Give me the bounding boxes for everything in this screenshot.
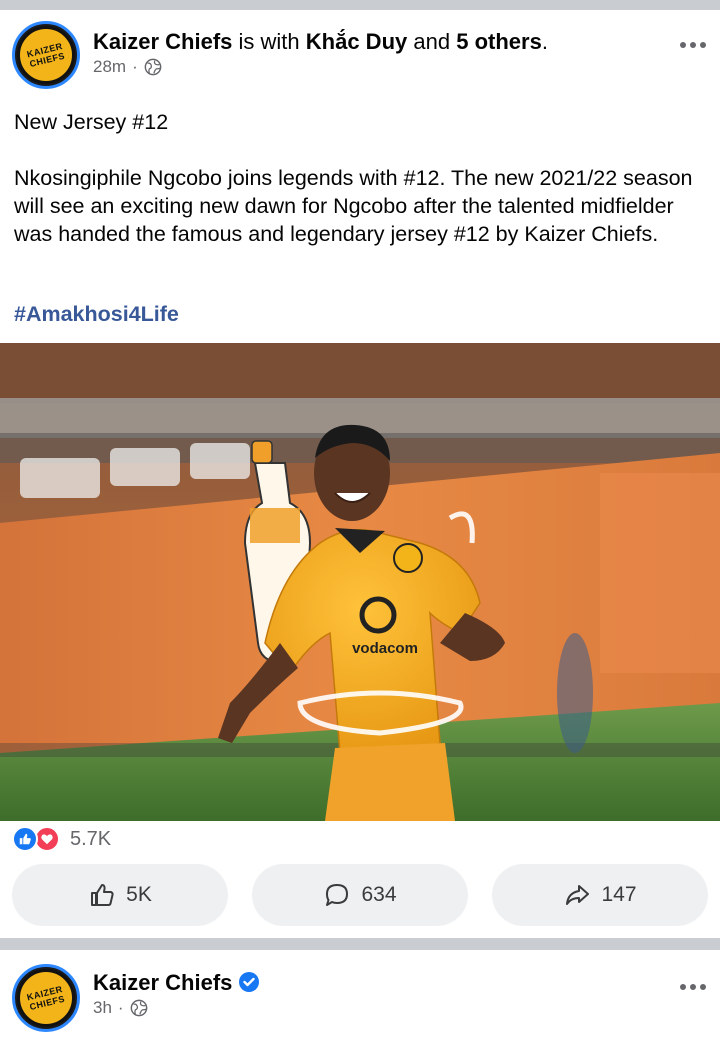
share-count: 147: [601, 883, 637, 906]
author-link-2[interactable]: Kaizer Chiefs: [93, 970, 232, 995]
post2-meta: 3h ·: [93, 998, 148, 1018]
like-icon: [91, 884, 114, 906]
jersey-sponsor-text: vodacom: [352, 640, 418, 657]
page-avatar[interactable]: KAIZER CHIEFS: [12, 21, 80, 89]
more-icon-dot: [700, 42, 706, 48]
avatar-crest-text: KAIZER CHIEFS: [25, 40, 66, 70]
feed-divider: [0, 938, 720, 950]
post-photo[interactable]: vodacom: [0, 343, 720, 821]
meta-separator-2: ·: [117, 998, 124, 1017]
more-icon: [680, 42, 686, 48]
tagged-user-link[interactable]: Khắc Duy: [306, 29, 407, 54]
more-options-button[interactable]: [680, 42, 706, 48]
post-meta: 28m ·: [93, 57, 162, 77]
hashtag-link[interactable]: #Amakhosi4Life: [14, 302, 179, 327]
others-link[interactable]: 5 others: [456, 29, 542, 54]
like-button[interactable]: 5K: [12, 864, 228, 926]
and-text: and: [413, 29, 451, 54]
kaizer-chiefs-logo-2: KAIZER CHIEFS: [17, 969, 75, 1027]
comment-button[interactable]: 634: [252, 864, 468, 926]
period-text: .: [541, 29, 548, 54]
post2-timestamp[interactable]: 3h: [93, 998, 112, 1018]
reactions-summary[interactable]: 5.7K: [12, 826, 111, 852]
more-icon-dot: [700, 984, 706, 990]
feed-divider-top: [0, 0, 720, 10]
post-title-text: New Jersey #12: [14, 110, 169, 134]
more-icon-dot: [690, 42, 696, 48]
post-body-text: Nkosingiphile Ngcobo joins legends with …: [14, 166, 693, 246]
avatar-crest-text-2: KAIZER CHIEFS: [25, 983, 66, 1013]
globe-icon: [130, 999, 147, 1017]
comment-icon: [326, 884, 349, 906]
reactions-count: 5.7K: [70, 827, 112, 850]
post2-header-title: Kaizer Chiefs: [93, 970, 260, 996]
share-icon: [566, 885, 590, 905]
like-reaction-icon: [12, 826, 38, 852]
author-link[interactable]: Kaizer Chiefs: [93, 29, 232, 54]
page-avatar-2[interactable]: KAIZER CHIEFS: [12, 964, 80, 1032]
like-count: 5K: [126, 883, 152, 906]
player-photo-illustration: vodacom: [0, 343, 720, 821]
globe-icon: [144, 58, 162, 76]
more-icon: [680, 984, 686, 990]
more-options-button-2[interactable]: [680, 984, 706, 990]
post-timestamp[interactable]: 28m: [93, 57, 126, 77]
more-icon-dot: [690, 984, 696, 990]
verified-icon: [239, 972, 260, 992]
share-button[interactable]: 147: [492, 864, 708, 926]
kaizer-chiefs-logo: KAIZER CHIEFS: [17, 26, 75, 84]
with-text: is with: [238, 29, 300, 54]
post-header-title: Kaizer Chiefs is with Khắc Duy and 5 oth…: [93, 29, 548, 55]
comment-count: 634: [361, 883, 397, 906]
meta-separator: ·: [132, 57, 138, 76]
